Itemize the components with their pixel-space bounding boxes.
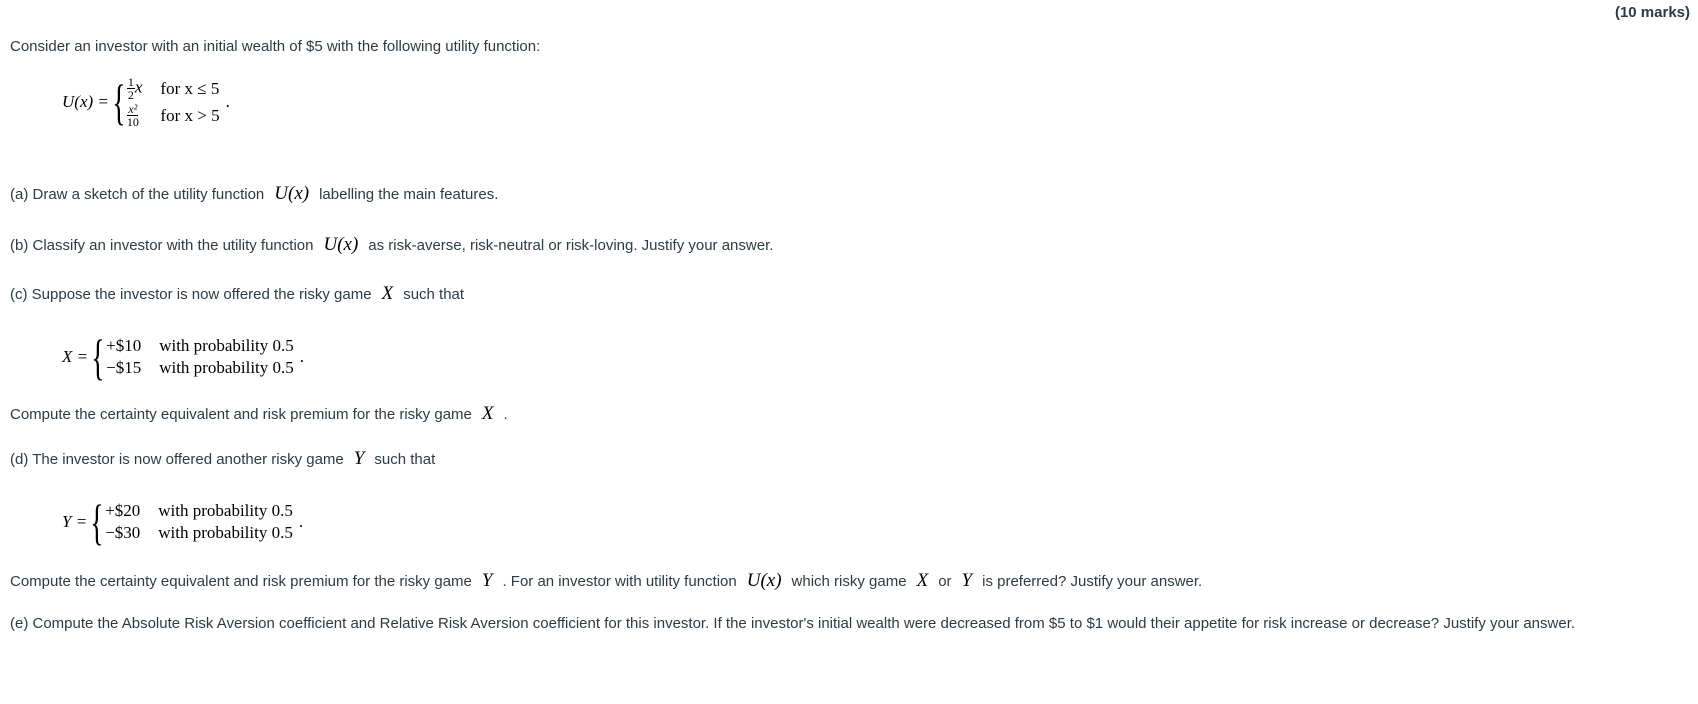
fraction: x² 10 <box>126 102 139 129</box>
case-condition: for x ≤ 5 <box>160 78 220 98</box>
part-c: (c) Suppose the investor is now offered … <box>10 283 465 304</box>
marks-label: (10 marks) <box>1614 4 1690 21</box>
fraction: 12 <box>126 75 135 102</box>
case-condition: for x > 5 <box>160 105 220 125</box>
left-brace: { <box>112 74 126 130</box>
part-b: (b) Classify an investor with the utilit… <box>10 234 774 255</box>
part-c-question: Compute the certainty equivalent and ris… <box>10 403 508 424</box>
part-d: (d) The investor is now offered another … <box>10 448 436 469</box>
intro-text: Consider an investor with an initial wea… <box>10 38 541 55</box>
part-e: (e) Compute the Absolute Risk Aversion c… <box>10 615 1576 632</box>
game-y-equation: Y = { +$20 with probability 0.5 −$30 with … <box>62 494 304 550</box>
utility-lhs: U(x) = <box>62 92 109 111</box>
left-brace: { <box>90 494 104 550</box>
left-brace: { <box>91 329 105 385</box>
game-x-equation: X = { +$10 with probability 0.5 −$15 with … <box>62 329 305 385</box>
part-a: (a) Draw a sketch of the utility functio… <box>10 183 499 204</box>
utility-equation: U(x) = { 12x for x ≤ 5 x² 10 for x > 5 . <box>62 74 230 130</box>
part-d-question: Compute the certainty equivalent and ris… <box>10 570 1203 591</box>
